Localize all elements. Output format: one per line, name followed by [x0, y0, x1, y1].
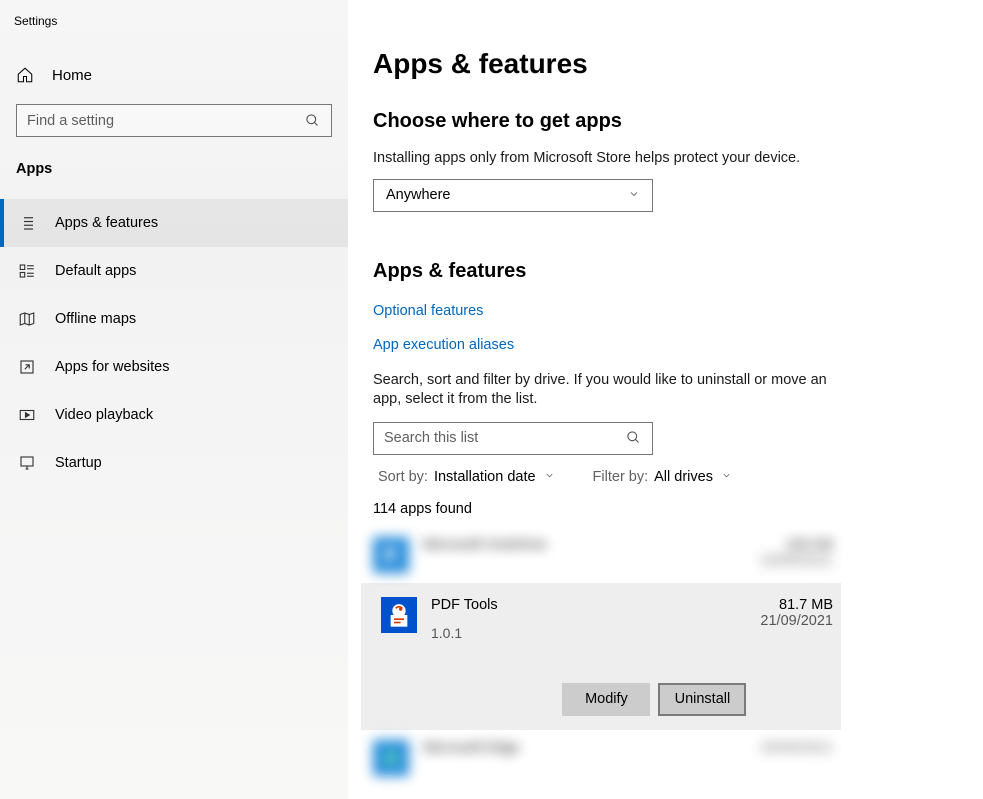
app-list-search-input[interactable] [384, 430, 626, 446]
chevron-down-icon [628, 188, 640, 203]
button-row: Modify Uninstall [431, 683, 746, 716]
filter-value: All drives [654, 469, 713, 485]
sidebar: Settings Home Apps Apps & features Defau… [0, 0, 348, 799]
nav-label: Startup [55, 455, 102, 471]
sort-value: Installation date [434, 469, 536, 485]
app-size: 193 KB [760, 537, 833, 553]
app-row-blurred: Microsoft Edge 20/09/2021 [373, 730, 833, 786]
startup-icon [17, 453, 37, 473]
app-list-search[interactable] [373, 422, 653, 455]
uninstall-button[interactable]: Uninstall [658, 683, 746, 716]
app-icon-pdf [381, 597, 417, 633]
app-row-selected[interactable]: PDF Tools 1.0.1 Modify Uninstall 81.7 MB… [361, 583, 841, 730]
dropdown-value: Anywhere [386, 187, 450, 203]
defaults-icon [17, 261, 37, 281]
app-icon [373, 537, 409, 573]
list-icon [17, 213, 37, 233]
open-icon [17, 357, 37, 377]
video-icon [17, 405, 37, 425]
nav-apps-features[interactable]: Apps & features [0, 199, 348, 247]
app-name: Microsoft Edge [423, 740, 746, 756]
modify-button[interactable]: Modify [562, 683, 650, 716]
nav-offline-maps[interactable]: Offline maps [0, 295, 348, 343]
app-count: 114 apps found [373, 501, 983, 517]
app-row-blurred: Microsoft OneDrive 193 KB 23/09/2021 [373, 527, 833, 583]
sort-label: Sort by: [378, 469, 428, 485]
nav-startup[interactable]: Startup [0, 439, 348, 487]
nav-label: Offline maps [55, 311, 136, 327]
page-title: Apps & features [373, 48, 983, 80]
main-content: Apps & features Choose where to get apps… [348, 0, 983, 799]
filter-by-dropdown[interactable]: Filter by: All drives [593, 469, 732, 485]
filter-row: Sort by: Installation date Filter by: Al… [378, 469, 983, 485]
source-dropdown[interactable]: Anywhere [373, 179, 653, 212]
nav-default-apps[interactable]: Default apps [0, 247, 348, 295]
optional-features-link[interactable]: Optional features [373, 303, 983, 319]
features-description: Search, sort and filter by drive. If you… [373, 371, 833, 410]
app-date: 23/09/2021 [760, 553, 833, 569]
app-aliases-link[interactable]: App execution aliases [373, 337, 983, 353]
features-heading: Apps & features [373, 260, 983, 283]
nav-label: Apps & features [55, 215, 158, 231]
sidebar-search-input[interactable] [27, 113, 305, 129]
search-icon [626, 430, 642, 446]
search-icon [305, 113, 321, 129]
nav-label: Apps for websites [55, 359, 169, 375]
home-icon [16, 66, 34, 84]
app-version: 1.0.1 [431, 625, 746, 641]
category-label: Apps [0, 161, 348, 199]
app-size: 81.7 MB [760, 597, 833, 613]
nav-video-playback[interactable]: Video playback [0, 391, 348, 439]
app-date: 21/09/2021 [760, 613, 833, 629]
source-description: Installing apps only from Microsoft Stor… [373, 149, 833, 169]
nav-label: Default apps [55, 263, 136, 279]
filter-label: Filter by: [593, 469, 649, 485]
app-name: Microsoft OneDrive [423, 537, 746, 553]
chevron-down-icon [544, 470, 555, 484]
app-name: PDF Tools [431, 597, 746, 613]
source-heading: Choose where to get apps [373, 110, 983, 133]
nav-label: Video playback [55, 407, 153, 423]
sort-by-dropdown[interactable]: Sort by: Installation date [378, 469, 555, 485]
nav-apps-websites[interactable]: Apps for websites [0, 343, 348, 391]
home-nav[interactable]: Home [0, 66, 348, 104]
window-title: Settings [0, 14, 348, 28]
map-icon [17, 309, 37, 329]
sidebar-search[interactable] [16, 104, 332, 137]
app-date: 20/09/2021 [760, 740, 833, 756]
home-label: Home [52, 67, 92, 84]
app-icon [373, 740, 409, 776]
chevron-down-icon [721, 470, 732, 484]
